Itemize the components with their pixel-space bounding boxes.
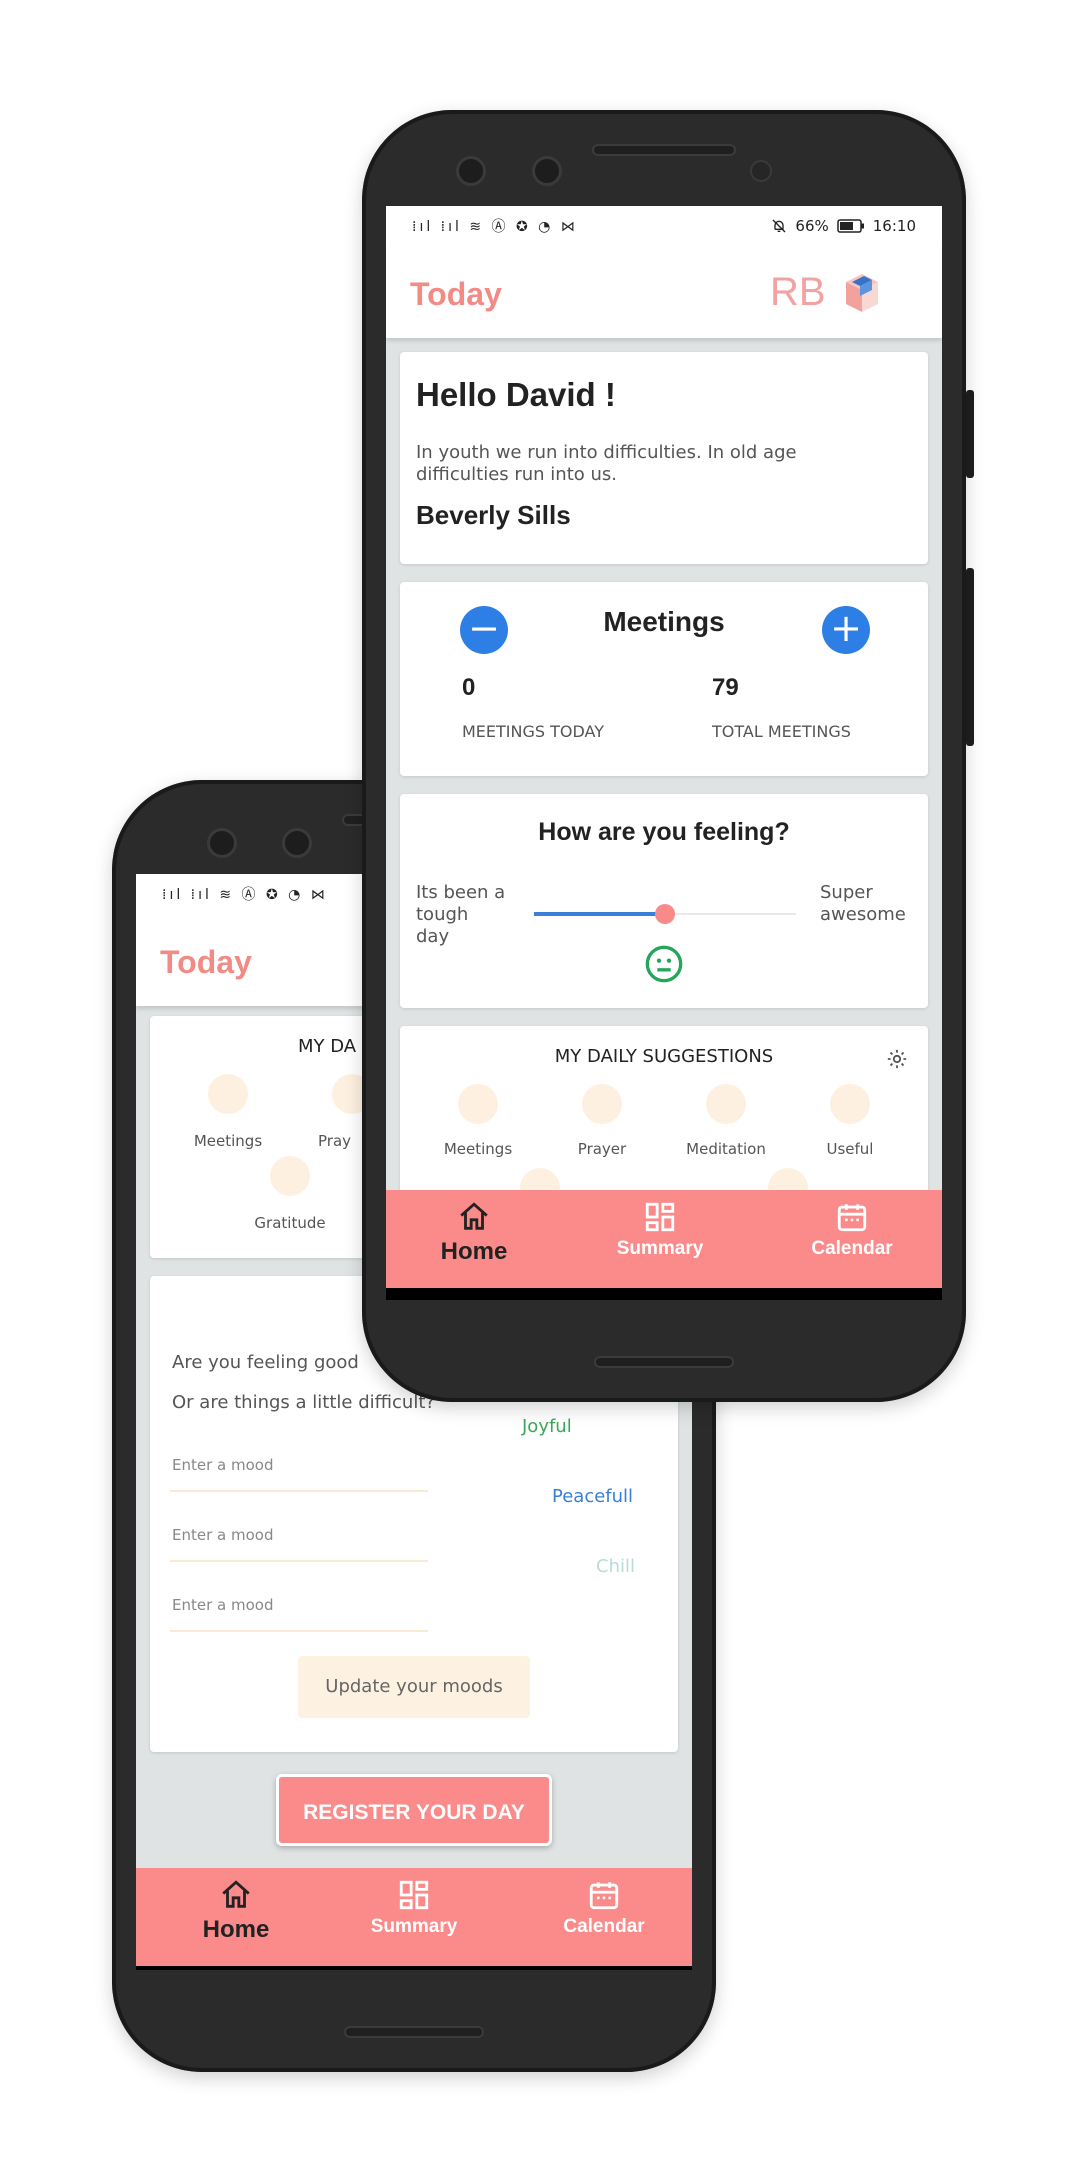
- suggestions-title: MY DAILY SUGGESTIONS: [554, 1046, 774, 1067]
- meetings-today-value: 0: [462, 674, 476, 701]
- calendar-icon: [752, 1200, 942, 1236]
- status-right: 66% 16:10: [771, 217, 916, 235]
- app-bar: Today RB: [386, 246, 942, 338]
- meetings-card: − Meetings + 0 79 MEETINGS TODAY TOTAL M…: [400, 582, 928, 776]
- nav-calendar[interactable]: Calendar: [752, 1190, 942, 1288]
- nav-calendar[interactable]: Calendar: [504, 1868, 692, 1966]
- dashboard-icon: [560, 1200, 760, 1236]
- mood-chip-peacefull[interactable]: Peacefull: [552, 1486, 633, 1507]
- mood-input[interactable]: Enter a mood: [170, 1592, 428, 1632]
- nav-label: Home: [440, 1238, 508, 1265]
- mood-input-placeholder: Enter a mood: [172, 1456, 274, 1474]
- nav-summary[interactable]: Summary: [560, 1190, 760, 1288]
- mood-input-placeholder: Enter a mood: [172, 1526, 274, 1544]
- quote-author: Beverly Sills: [416, 500, 571, 530]
- calendar-icon: [504, 1878, 692, 1914]
- nav-label: Summary: [370, 1916, 458, 1937]
- dashboard-icon: [314, 1878, 514, 1914]
- quote-text: In youth we run into difficulties. In ol…: [416, 442, 797, 485]
- home-icon: [136, 1878, 336, 1914]
- front-screen: ⁞ıl ⁞ıl ≋ Ⓐ ✪ ◔ ⋈ 66% 16:10 Today RB Hel…: [386, 206, 942, 1300]
- mood-input-placeholder: Enter a mood: [172, 1596, 274, 1614]
- suggestion-icon[interactable]: [706, 1084, 746, 1124]
- update-moods-button[interactable]: Update your moods: [298, 1656, 530, 1718]
- front-camera: [207, 828, 237, 858]
- mood-input[interactable]: Enter a mood: [170, 1452, 428, 1492]
- greeting-card: Hello David ! In youth we run into diffi…: [400, 352, 928, 564]
- front-phone: ⁞ıl ⁞ıl ≋ Ⓐ ✪ ◔ ⋈ 66% 16:10 Today RB Hel…: [362, 110, 974, 1402]
- suggestion-icon[interactable]: [582, 1084, 622, 1124]
- gear-icon[interactable]: [886, 1048, 908, 1070]
- bottom-nav: Home Summary Calendar: [136, 1868, 692, 1966]
- mood-input[interactable]: Enter a mood: [170, 1522, 428, 1562]
- bottom-speaker: [594, 1356, 734, 1368]
- bell-off-icon: [772, 219, 786, 233]
- suggestion-label: Prayer: [577, 1140, 627, 1158]
- suggestion-icon[interactable]: [458, 1084, 498, 1124]
- power-button: [966, 568, 974, 746]
- page-title: Today: [410, 276, 502, 312]
- earpiece-speaker: [592, 144, 736, 156]
- proximity-sensor: [750, 160, 772, 182]
- status-bar: ⁞ıl ⁞ıl ≋ Ⓐ ✪ ◔ ⋈ 66% 16:10: [386, 206, 942, 246]
- screen-bottom-edge: [136, 1966, 692, 1970]
- home-icon: [386, 1200, 574, 1236]
- bottom-speaker: [344, 2026, 484, 2038]
- suggestion-icon[interactable]: [830, 1084, 870, 1124]
- mood-question: Or are things a little difficult?: [172, 1392, 435, 1413]
- register-day-button[interactable]: REGISTER YOUR DAY: [276, 1774, 552, 1846]
- clock: 16:10: [872, 217, 916, 235]
- mood-chip-joyful[interactable]: Joyful: [522, 1416, 572, 1437]
- bottom-nav: Home Summary Calendar: [386, 1190, 942, 1288]
- feeling-title: How are you feeling?: [538, 818, 790, 846]
- nav-label: Summary: [616, 1238, 704, 1259]
- nav-label: Calendar: [811, 1238, 893, 1259]
- neutral-face-icon: [645, 945, 683, 983]
- suggestions-title: MY DA: [298, 1036, 357, 1057]
- status-icons: ⁞ıl ⁞ıl ≋ Ⓐ ✪ ◔ ⋈: [162, 887, 328, 903]
- slider-fill: [534, 912, 665, 916]
- nav-summary[interactable]: Summary: [314, 1868, 514, 1966]
- feeling-left-label: Its been a tough day: [416, 882, 506, 947]
- suggestion-label: Gratitude: [254, 1214, 326, 1232]
- slider-thumb[interactable]: [655, 904, 675, 924]
- feeling-right-label: Super awesome: [820, 882, 906, 925]
- feeling-card: How are you feeling? Its been a tough da…: [400, 794, 928, 1008]
- increase-meetings-button[interactable]: +: [822, 606, 870, 654]
- front-camera: [532, 156, 562, 186]
- suggestion-label: Useful: [826, 1140, 874, 1158]
- logo-text: RB: [770, 270, 826, 314]
- meetings-today-label: MEETINGS TODAY: [462, 722, 605, 741]
- meetings-total-label: TOTAL MEETINGS: [712, 722, 851, 741]
- battery-icon: [837, 219, 864, 233]
- front-camera: [282, 828, 312, 858]
- screen-bottom-edge: [386, 1288, 942, 1300]
- nav-label: Calendar: [563, 1916, 645, 1937]
- nav-home[interactable]: Home: [386, 1190, 574, 1288]
- mood-chip-chill[interactable]: Chill: [596, 1556, 635, 1577]
- feeling-slider[interactable]: [534, 904, 796, 924]
- front-camera: [456, 156, 486, 186]
- suggestion-icon[interactable]: [270, 1156, 310, 1196]
- suggestion-icon[interactable]: [208, 1074, 248, 1114]
- mood-question: Are you feeling good: [172, 1352, 359, 1373]
- logo-cube-icon: [846, 274, 878, 312]
- battery-percent: 66%: [795, 217, 829, 235]
- greeting-heading: Hello David !: [416, 376, 616, 413]
- page-title: Today: [160, 944, 252, 980]
- volume-button: [966, 390, 974, 478]
- meetings-total-value: 79: [712, 674, 739, 701]
- nav-home[interactable]: Home: [136, 1868, 336, 1966]
- suggestion-label: Meetings: [443, 1140, 513, 1158]
- nav-label: Home: [202, 1916, 270, 1943]
- status-icons: ⁞ıl ⁞ıl ≋ Ⓐ ✪ ◔ ⋈: [412, 219, 578, 235]
- suggestion-label: Meetings: [193, 1132, 263, 1150]
- suggestion-label: Meditation: [686, 1140, 766, 1158]
